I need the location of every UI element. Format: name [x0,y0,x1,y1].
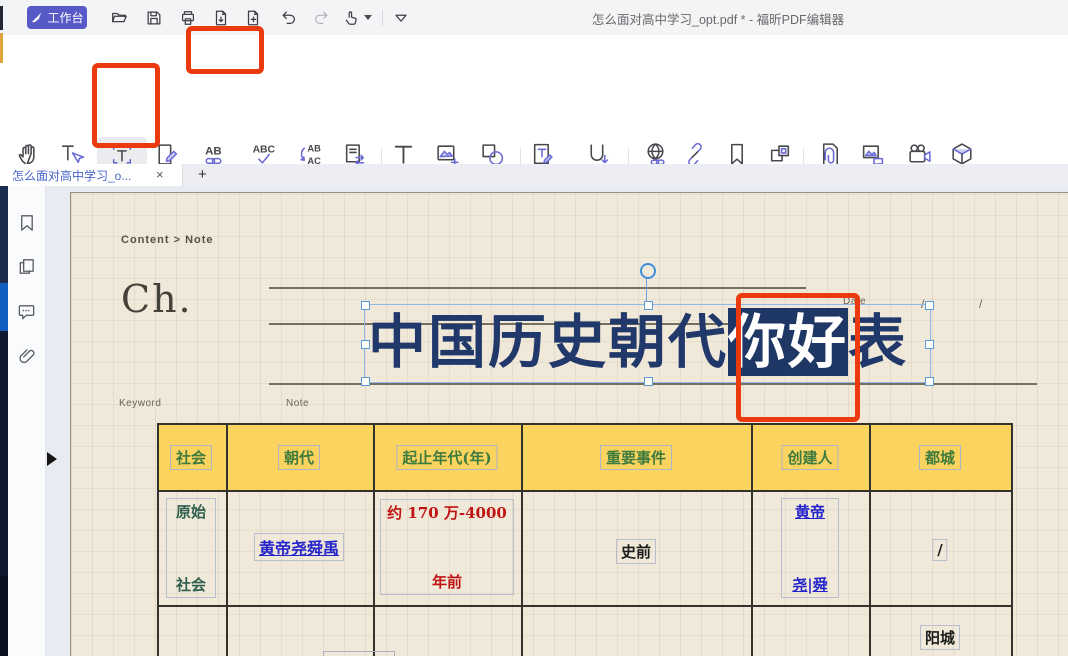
foxit-pdf-editor-window: 工作台 怎么面对高中学习_opt.pdf * - 福昕P [0,0,1068,656]
table-header-dynasty[interactable]: 朝代 [278,445,320,470]
table-header-era[interactable]: 起止年代(年) [396,445,497,470]
background-window-strip [0,186,8,283]
table-border [157,605,1013,607]
page-breadcrumb: Content > Note [121,234,214,246]
date-slash: / [979,297,983,311]
document-tab-bar: 怎么面对高中学习_o... × + [0,164,1068,186]
cell-founder-link2[interactable]: 尧|舜 [792,574,827,595]
svg-text:ABC: ABC [253,144,276,155]
hand-click-icon[interactable] [342,9,360,27]
attachments-panel-icon[interactable] [17,346,36,365]
annotation-box-edit-menu [186,26,264,74]
background-window-strip [0,33,3,63]
page-export-icon[interactable] [212,9,230,27]
pdf-page: Content > Note Ch. Date / / 中国历 [70,192,1068,656]
new-page-icon[interactable] [244,9,262,27]
document-tab[interactable]: 怎么面对高中学习_o... × [0,164,183,186]
table-header-society[interactable]: 社会 [170,445,212,470]
cell-founder-link1[interactable]: 黄帝 [795,501,825,522]
table-border [1011,423,1013,656]
document-viewer: Content > Note Ch. Date / / 中国历 [0,186,1068,656]
bookmarks-panel-icon[interactable] [17,213,36,232]
table-border [751,423,753,656]
ruled-line [269,287,806,289]
cell-society-line1: 原始 [176,501,206,522]
cell-capital-row2[interactable]: 阳城 [920,625,960,650]
selection-handle[interactable] [925,377,934,386]
cell-event[interactable]: 史前 [616,539,656,564]
workbench-label: 工作台 [47,9,83,26]
background-window-strip [0,576,8,656]
pages-panel-icon[interactable] [17,257,36,276]
quill-icon [30,11,43,24]
table-header-events[interactable]: 重要事件 [600,445,672,470]
note-label: Note [286,398,309,409]
table-border [226,423,228,656]
selection-handle[interactable] [925,340,934,349]
partial-textbox-fragment [323,651,395,656]
background-window-strip [0,331,8,576]
background-window-strip [0,6,3,30]
table-header-founder[interactable]: 创建人 [781,445,838,470]
titlebar-separator [382,10,383,26]
table-border [157,490,1013,492]
cell-era-line2: 年前 [432,571,462,592]
cell-society-line2: 社会 [176,574,206,595]
document-tab-label: 怎么面对高中学习_o... [12,167,131,184]
cell-era[interactable]: 约 170 万-4000 年前 [380,499,514,595]
table-header-capital[interactable]: 都城 [919,445,961,470]
table-border [521,423,523,656]
workbench-button[interactable]: 工作台 [27,6,87,29]
navigation-sidebar [8,186,46,656]
edit-ribbon-toolbar: 手型 工具 选择 ▾ 编辑 文本 编辑 对象▾ AB 链接&合 并文本 ABC … [0,66,1068,165]
menu-bar: 文件 主页 转换 编辑 页面管理 注释 视图 表单 保护 共享 文档管理 会员专… [0,35,1068,66]
title-prefix: 中国历史朝代 [368,308,728,376]
table-border [157,423,1013,425]
keyword-label: Keyword [119,398,161,409]
svg-text:AB: AB [205,145,221,157]
save-icon[interactable] [145,9,163,27]
cell-era-line1: 约 170 万-4000 [387,502,507,523]
svg-text:AB: AB [307,143,321,153]
annotation-box-edit-text-button [92,63,160,148]
chapter-label: Ch. [121,277,193,321]
comments-panel-icon[interactable] [17,302,36,321]
cell-society[interactable]: 原始 社会 [166,498,216,598]
table-border [373,423,375,656]
table-border [157,423,159,656]
new-tab-button[interactable]: + [198,166,207,183]
window-title: 怎么面对高中学习_opt.pdf * - 福昕PDF编辑器 [592,9,844,28]
customize-chevron-icon[interactable] [392,9,410,27]
redo-icon[interactable] [312,9,330,27]
undo-icon[interactable] [280,9,298,27]
expand-panel-icon[interactable] [47,452,57,466]
open-folder-icon[interactable] [110,9,128,27]
table-border [869,423,871,656]
title-bar: 工作台 怎么面对高中学习_opt.pdf * - 福昕P [0,0,1068,36]
cell-founder[interactable]: 黄帝 尧|舜 [781,498,839,598]
rotation-handle[interactable] [640,263,656,279]
annotation-box-selected-text [736,293,860,422]
cell-capital[interactable]: / [932,539,947,561]
cell-dynasty-link[interactable]: 黄帝尧舜禹 [254,533,344,561]
background-window-strip [0,283,8,331]
selection-handle[interactable] [925,301,934,310]
tab-close-icon[interactable]: × [156,167,164,182]
hand-click-caret-icon[interactable] [364,15,372,20]
print-icon[interactable] [179,9,197,27]
ruled-line [269,383,1037,385]
